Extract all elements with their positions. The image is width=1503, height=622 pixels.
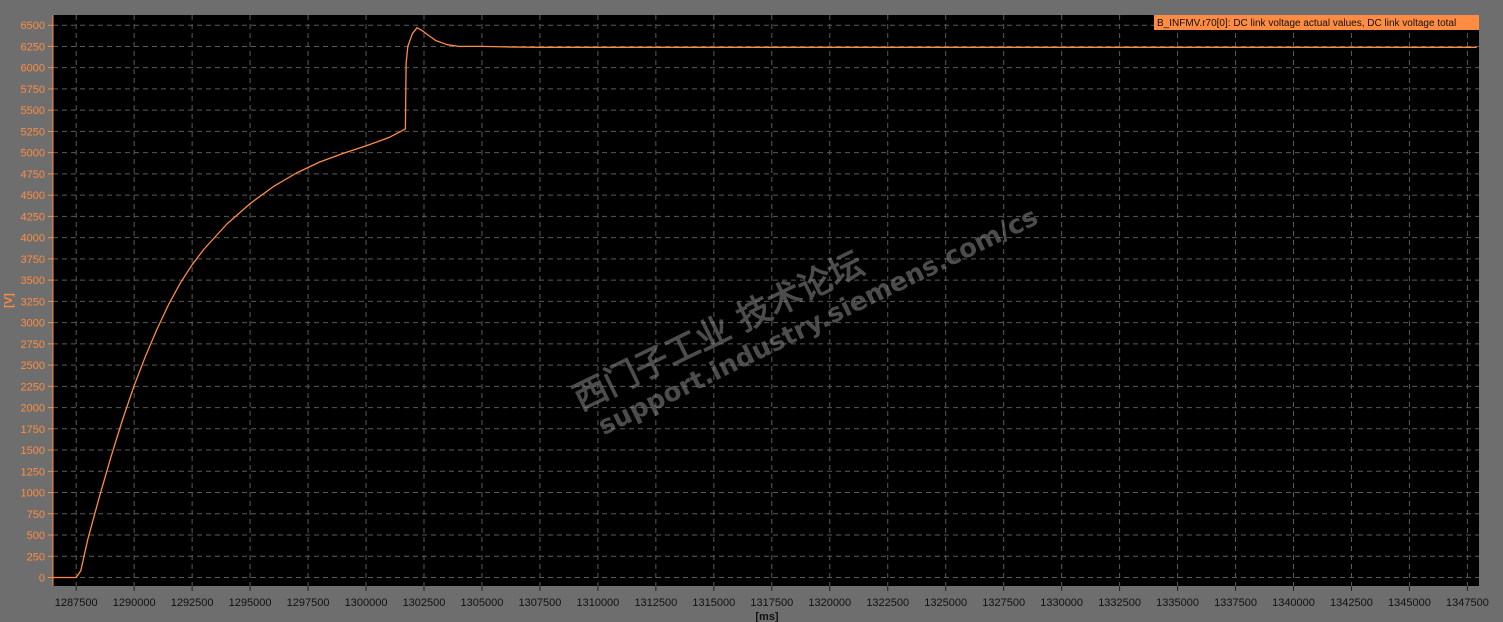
x-tick-label: 1330000 xyxy=(1040,597,1083,609)
y-tick-label: 3500 xyxy=(21,275,45,287)
x-tick-label: 1292500 xyxy=(171,597,214,609)
x-tick-label: 1317500 xyxy=(750,597,793,609)
x-tick-label: 1297500 xyxy=(287,597,330,609)
line-chart: 0 250 500 750 1000 1250 1500 1750 2000 2250 2500 27… xyxy=(0,0,1503,622)
y-tick-label: 4000 xyxy=(21,233,45,245)
y-tick-label: 2250 xyxy=(21,381,45,393)
y-tick-label: 6000 xyxy=(21,63,45,75)
y-tick-label: 4250 xyxy=(21,211,45,223)
x-tick-label: 1302500 xyxy=(403,597,446,609)
x-tick-label: 1322500 xyxy=(866,597,909,609)
y-tick-label: 3250 xyxy=(21,296,45,308)
y-tick-label: 1250 xyxy=(21,466,45,478)
x-tick-label: 1290000 xyxy=(113,597,156,609)
x-tick-label: 1347500 xyxy=(1446,597,1489,609)
x-axis-title: [ms] xyxy=(755,611,779,622)
y-tick-label: 0 xyxy=(39,573,45,585)
y-tick-label: 500 xyxy=(27,530,45,542)
y-tick-label: 5000 xyxy=(21,148,45,160)
y-tick-label: 2000 xyxy=(21,403,45,415)
legend[interactable]: B_INFMV.r70[0]: DC link voltage actual v… xyxy=(1154,15,1479,30)
x-tick-label: 1327500 xyxy=(982,597,1025,609)
y-tick-label: 1750 xyxy=(21,424,45,436)
y-tick-label: 4500 xyxy=(21,190,45,202)
y-tick-label: 3750 xyxy=(21,254,45,266)
y-tick-label: 750 xyxy=(27,509,45,521)
y-tick-label: 5500 xyxy=(21,105,45,117)
x-tick-label: 1332500 xyxy=(1098,597,1141,609)
x-tick-label: 1287500 xyxy=(55,597,98,609)
y-tick-label: 2500 xyxy=(21,360,45,372)
x-tick-label: 1312500 xyxy=(634,597,677,609)
y-tick-label: 4750 xyxy=(21,169,45,181)
y-tick-label: 250 xyxy=(27,551,45,563)
x-tick-label: 1307500 xyxy=(519,597,562,609)
x-tick-label: 1315000 xyxy=(692,597,735,609)
x-tick-label: 1337500 xyxy=(1214,597,1257,609)
x-tick-label: 1335000 xyxy=(1156,597,1199,609)
x-tick-label: 1345000 xyxy=(1388,597,1431,609)
x-tick-label: 1300000 xyxy=(345,597,388,609)
y-tick-label: 2750 xyxy=(21,339,45,351)
x-tick-label: 1310000 xyxy=(576,597,619,609)
y-tick-label: 1500 xyxy=(21,445,45,457)
legend-label: B_INFMV.r70[0]: DC link voltage actual v… xyxy=(1157,18,1456,29)
x-tick-label: 1305000 xyxy=(461,597,504,609)
y-tick-label: 6250 xyxy=(21,41,45,53)
y-tick-label: 3000 xyxy=(21,318,45,330)
y-tick-label: 5750 xyxy=(21,84,45,96)
chart-container: 0 250 500 750 1000 1250 1500 1750 2000 2250 2500 27… xyxy=(0,0,1503,622)
x-tick-label: 1325000 xyxy=(924,597,967,609)
x-tick-label: 1320000 xyxy=(808,597,851,609)
y-axis-title: [V] xyxy=(3,293,15,308)
y-tick-label: 1000 xyxy=(21,488,45,500)
x-tick-label: 1342500 xyxy=(1330,597,1373,609)
x-tick-label: 1340000 xyxy=(1272,597,1315,609)
x-tick-label: 1295000 xyxy=(229,597,272,609)
y-tick-label: 6500 xyxy=(21,20,45,32)
y-tick-label: 5250 xyxy=(21,126,45,138)
